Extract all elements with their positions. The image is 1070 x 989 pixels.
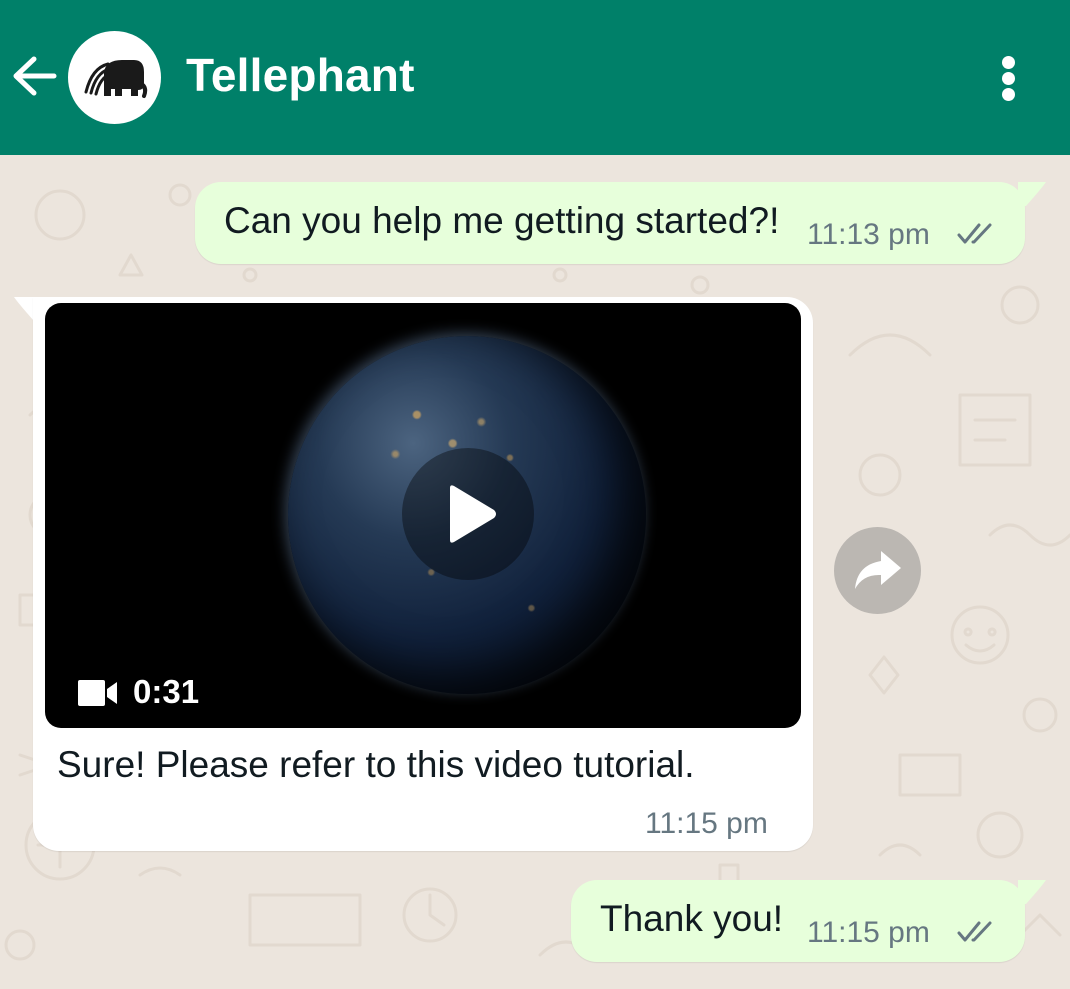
more-options-button[interactable] (990, 50, 1030, 106)
more-vertical-icon (1002, 88, 1015, 101)
video-caption: Sure! Please refer to this video tutoria… (57, 744, 695, 785)
video-camera-icon (78, 680, 117, 706)
message-time: 11:15 pm (645, 807, 768, 840)
forward-button[interactable] (834, 527, 921, 614)
more-vertical-icon (1002, 56, 1015, 69)
chat-header: Tellephant (0, 0, 1070, 155)
message-bubble-outgoing[interactable]: Can you help me getting started?! 11:13 … (195, 182, 1025, 264)
play-icon (450, 485, 496, 543)
bubble-tail (1018, 880, 1046, 904)
play-button[interactable] (402, 448, 534, 580)
contact-name[interactable]: Tellephant (186, 48, 415, 102)
video-thumbnail[interactable]: 0:31 (45, 303, 801, 728)
message-time: 11:15 pm (807, 916, 930, 949)
forward-arrow-icon (855, 551, 901, 589)
more-vertical-icon (1002, 72, 1015, 85)
double-check-icon (957, 921, 992, 942)
message-text: Thank you! (600, 898, 784, 939)
elephant-logo (84, 60, 148, 98)
back-button[interactable] (8, 50, 60, 102)
contact-avatar[interactable] (68, 31, 161, 124)
video-duration: 0:31 (133, 673, 200, 710)
message-time: 11:13 pm (807, 218, 930, 251)
arrow-left-icon (13, 56, 57, 96)
double-check-icon (957, 223, 992, 244)
bubble-tail (1018, 182, 1046, 206)
message-text: Can you help me getting started?! (224, 200, 780, 241)
chat-area[interactable]: Can you help me getting started?! 11:13 … (0, 155, 1070, 989)
message-bubble-outgoing[interactable]: Thank you! 11:15 pm (571, 880, 1025, 962)
